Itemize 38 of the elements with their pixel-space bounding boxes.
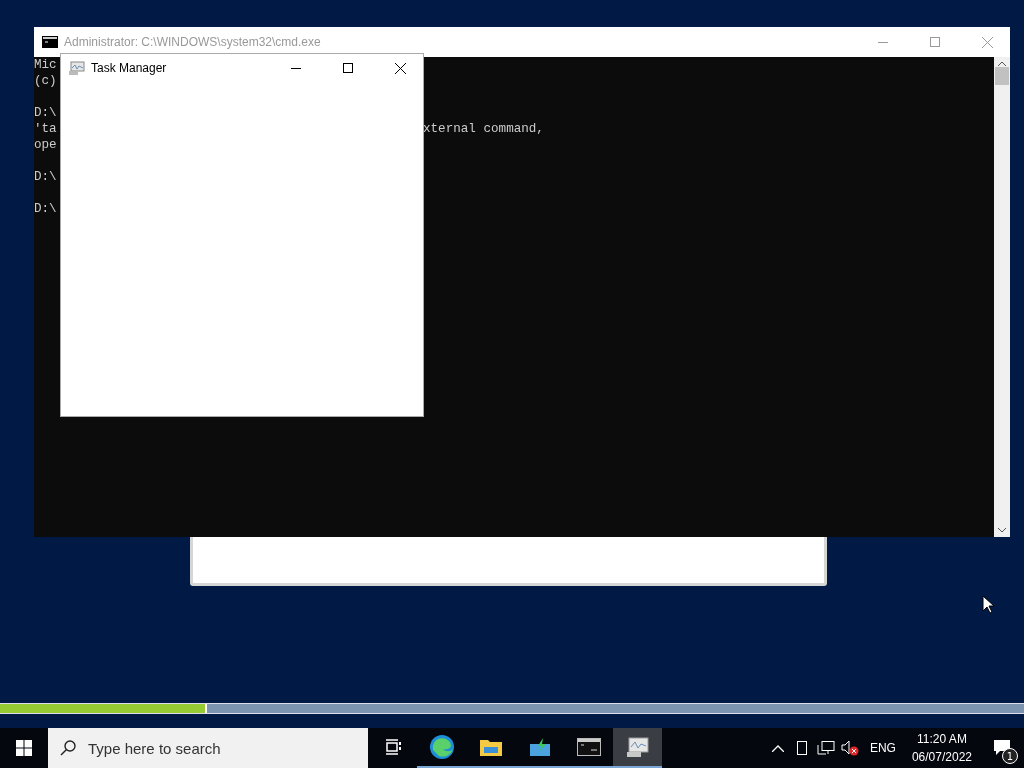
search-field[interactable]: Type here to search [48,728,368,768]
folder-icon [478,737,503,757]
scrollbar[interactable] [994,57,1010,537]
console-text: (c) [34,74,57,88]
console-text: D:\ [34,106,57,120]
task-manager-icon [625,736,650,758]
network-icon[interactable] [816,741,835,755]
console-text: xternal command, [423,121,544,137]
console-text: 'ta [34,122,57,136]
scroll-down-icon[interactable] [998,528,1006,533]
console-text: D:\ [34,202,57,216]
task-manager-icon [69,61,85,75]
scroll-up-icon[interactable] [998,61,1006,66]
muted-speaker-icon[interactable] [840,740,859,756]
console-text: Mic [34,58,57,72]
notification-button[interactable]: 1 [980,728,1024,768]
console-icon [42,36,58,48]
console-text: ope [34,138,57,152]
language-indicator[interactable]: ENG [861,741,904,755]
monitor-arrow-icon [528,737,551,757]
search-icon [60,740,76,756]
console-icon [576,738,601,756]
browser-icon [428,734,455,760]
windows-icon [16,740,32,756]
maximize-icon[interactable] [343,63,353,73]
minimize-icon[interactable] [291,67,301,69]
close-icon[interactable] [394,62,406,74]
clock[interactable]: 11:20 AM 06/07/2022 [903,730,980,766]
window-title: Administrator: C:\WINDOWS\system32\cmd.exe [64,35,322,49]
window-title: Task Manager [91,61,168,75]
chevron-up-icon[interactable] [771,744,784,752]
scroll-thumb[interactable] [995,67,1009,85]
console-text: D:\ [34,170,57,184]
notification-count: 1 [1002,748,1018,764]
taskbar-app[interactable] [613,728,662,768]
cursor-icon [982,595,994,614]
tablet-icon[interactable] [796,741,807,755]
task-view-icon [383,739,402,755]
